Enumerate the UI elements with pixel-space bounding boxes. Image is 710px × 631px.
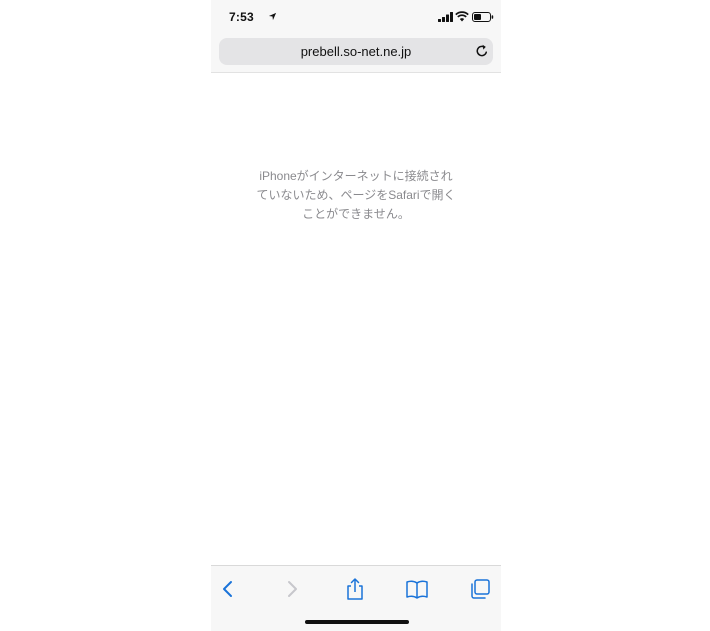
status-time: 7:53 bbox=[229, 10, 254, 24]
connection-error-message: iPhoneがインターネットに接続され ていないため、ページをSafariで開く… bbox=[241, 167, 471, 224]
forward-icon bbox=[288, 581, 297, 597]
bookmarks-icon[interactable] bbox=[406, 578, 428, 600]
signal-bars-icon bbox=[438, 12, 453, 22]
url-text[interactable]: prebell.so-net.ne.jp bbox=[219, 44, 493, 59]
wifi-icon bbox=[455, 11, 469, 22]
back-icon[interactable] bbox=[217, 578, 239, 600]
location-arrow-icon bbox=[268, 12, 277, 21]
message-line: iPhoneがインターネットに接続され bbox=[259, 169, 453, 183]
reload-icon[interactable] bbox=[475, 44, 489, 58]
address-bar[interactable]: prebell.so-net.ne.jp bbox=[219, 38, 493, 65]
message-line: ことができません。 bbox=[302, 207, 410, 221]
top-bar: 7:53 prebell.so-net.ne.jp bbox=[211, 0, 501, 73]
share-icon[interactable] bbox=[344, 578, 366, 600]
message-line: ていないため、ページをSafariで開く bbox=[256, 188, 456, 202]
home-indicator[interactable] bbox=[305, 620, 409, 624]
battery-icon bbox=[472, 12, 494, 22]
tabs-icon[interactable] bbox=[469, 578, 491, 600]
safari-window: 7:53 prebell.so-net.ne.jp iPhoneがインターネット… bbox=[211, 0, 501, 631]
